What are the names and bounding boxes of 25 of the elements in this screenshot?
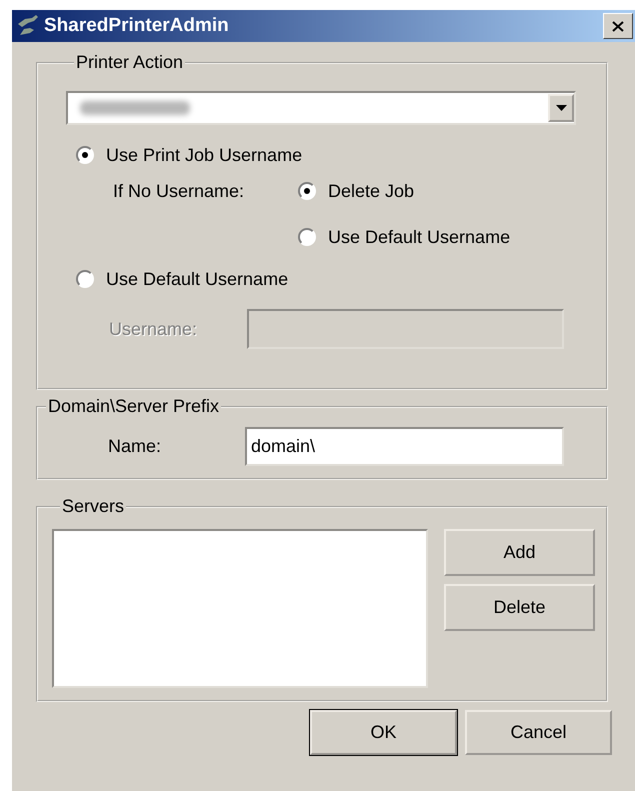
radio-option[interactable]: Use Print Job Username [76, 143, 606, 167]
radio-option[interactable]: Use Default Username [76, 267, 606, 291]
dialog-button[interactable]: Add [444, 529, 595, 576]
radio-button[interactable] [298, 228, 316, 246]
app-icon [16, 15, 40, 37]
dropdown-button[interactable] [548, 94, 574, 122]
caret-icon [556, 105, 566, 111]
radio-button[interactable] [76, 270, 94, 288]
close-icon [612, 20, 624, 32]
radio-option[interactable]: Delete Job [298, 179, 510, 203]
dialog-button[interactable]: Cancel [465, 710, 612, 755]
radio-button[interactable] [298, 182, 316, 200]
field-label: Name: [107, 436, 162, 457]
dialog-button[interactable]: Delete [444, 584, 595, 631]
window-title: SharedPrinterAdmin [44, 15, 230, 37]
radio-button[interactable] [76, 146, 94, 164]
close-button[interactable] [603, 13, 633, 39]
group-title: Servers [61, 496, 126, 517]
field-label: If No Username: [112, 180, 246, 203]
field-label: Username: [108, 318, 198, 340]
name-field[interactable]: domain\ [245, 427, 564, 466]
group-title: Domain\Server Prefix [47, 396, 220, 417]
radio-option[interactable]: Use Default Username [298, 225, 510, 249]
group-title: Printer Action [75, 52, 184, 73]
dialog-button[interactable]: OK [310, 710, 457, 755]
